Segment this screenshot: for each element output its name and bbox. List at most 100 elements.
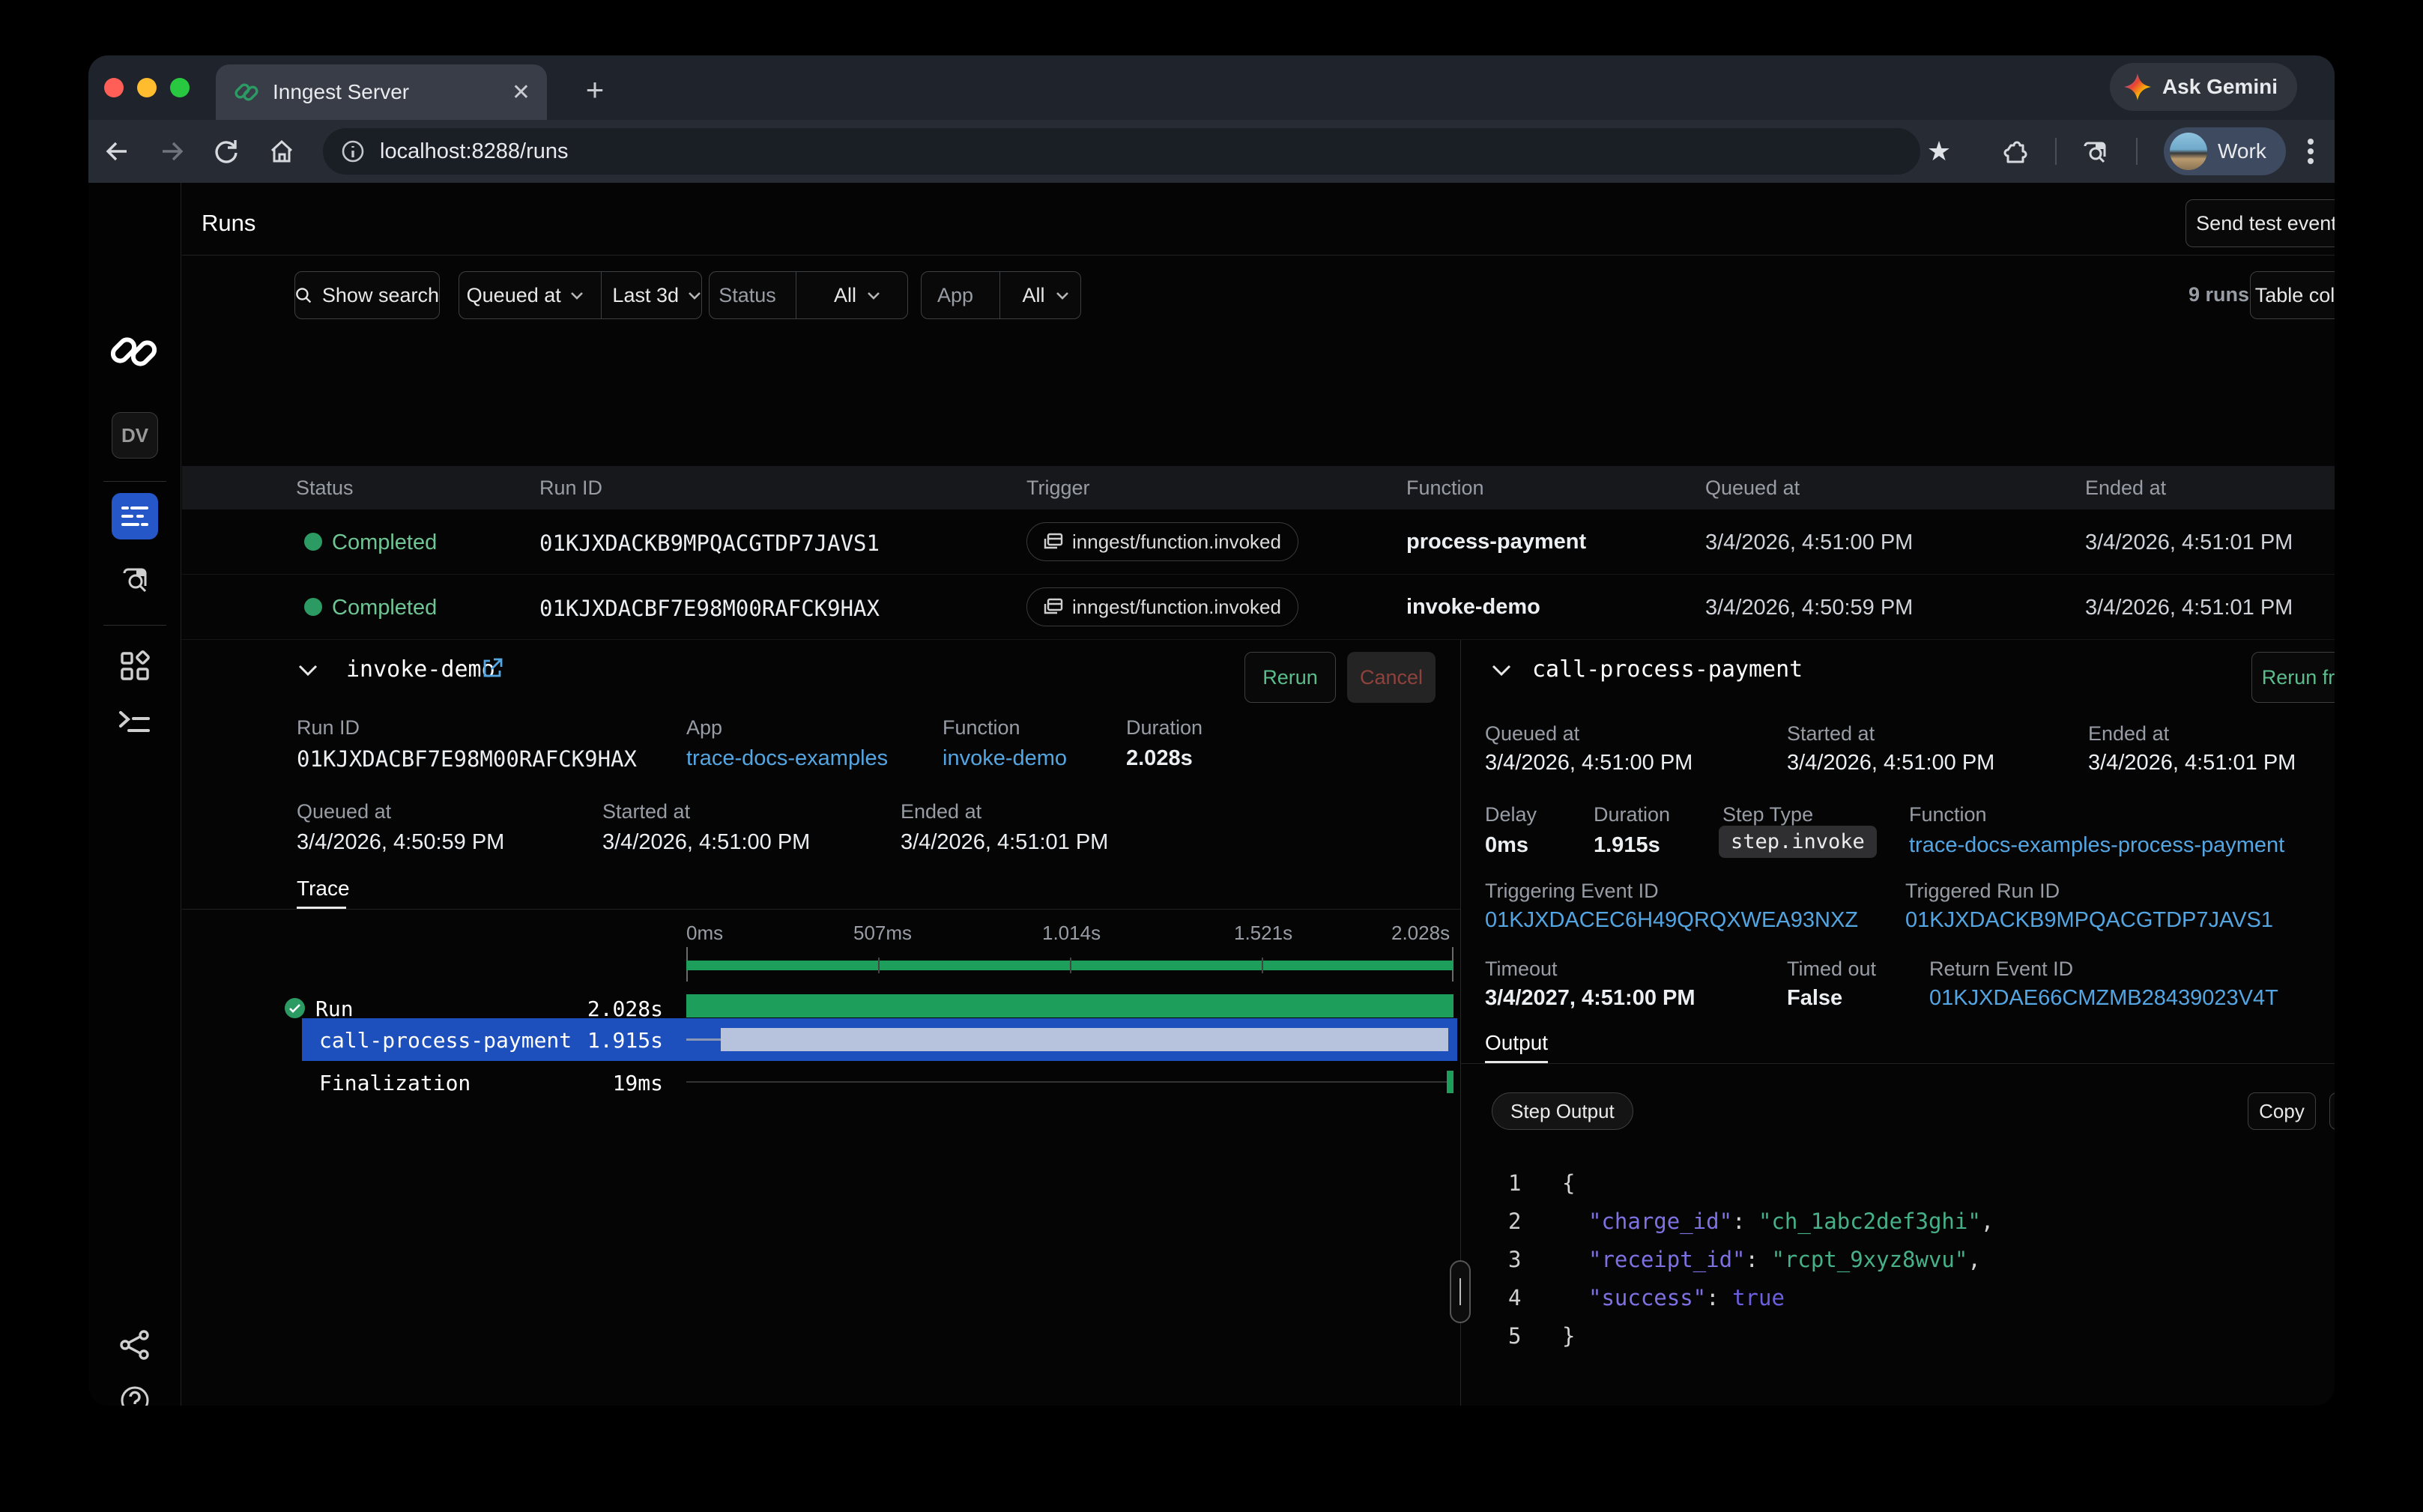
tab-output[interactable]: Output [1485, 1031, 1548, 1055]
app-value-select[interactable]: All [1011, 284, 1080, 307]
inngest-app: DV [88, 183, 2335, 1406]
trigger-badge[interactable]: inngest/function.invoked [1026, 522, 1298, 561]
reload-icon[interactable] [208, 133, 244, 169]
event-icon [1044, 533, 1063, 551]
collapse-chevron-icon[interactable] [298, 665, 318, 677]
word-wrap-button[interactable] [2329, 1092, 2335, 1130]
copy-button[interactable]: Copy [2248, 1092, 2316, 1130]
ask-gemini-button[interactable]: Ask Gemini [2110, 63, 2297, 111]
chevron-down-icon [867, 291, 880, 300]
main-area: Runs Send test event ⚙ Show search Queue… [182, 183, 2335, 1406]
extensions-icon[interactable] [1997, 133, 2033, 169]
avatar [2170, 133, 2207, 170]
step-output-toggle[interactable]: Step Output [1492, 1092, 1633, 1130]
return-event-link[interactable]: 01KJXDAE66CMZMB28439023V4T [1929, 986, 2278, 1011]
step-function-link[interactable]: trace-docs-examples-process-payment [1909, 833, 2284, 858]
maximize-button[interactable] [170, 78, 190, 97]
queued-at-field-select[interactable]: Queued at [459, 284, 590, 307]
tab-trace[interactable]: Trace [297, 877, 350, 901]
step-output-code[interactable]: 1{ 2"charge_id": "ch_1abc2def3ghi", 3"re… [1508, 1164, 1994, 1355]
address-bar[interactable]: localhost:8288/runs [323, 128, 1920, 175]
trace-row-finalization[interactable]: Finalization 19ms [182, 1061, 1460, 1104]
toolbar-divider-2 [2136, 138, 2138, 165]
profile-button[interactable]: Work [2164, 127, 2286, 175]
search-icon [295, 285, 312, 306]
status-dot [304, 598, 322, 616]
site-info-icon[interactable] [339, 138, 366, 165]
browser-menu-icon[interactable] [2293, 133, 2329, 169]
run-detail-panel: invoke-demo Rerun Cancel Run ID 01KJXDAC… [182, 640, 1460, 1406]
queued-at-filter[interactable]: Queued at Last 3d [459, 271, 702, 319]
finalization-span-bar[interactable] [1447, 1071, 1454, 1093]
sidebar-item-runs[interactable] [112, 493, 158, 539]
sidebar-item-share[interactable] [112, 1322, 158, 1368]
step-type-chip: step.invoke [1719, 826, 1877, 858]
status-value-select[interactable]: All [807, 284, 907, 307]
step-title: call-process-payment [1532, 656, 1803, 683]
run-title: invoke-demo [346, 656, 495, 683]
minimize-button[interactable] [137, 78, 157, 97]
page-title: Runs [202, 210, 255, 237]
terminal-icon [118, 708, 151, 735]
table-row[interactable]: Completed 01KJXDACBF7E98M00RAFCK9HAX inn… [182, 575, 2335, 640]
sidebar-divider-2 [103, 625, 166, 626]
url-text: localhost:8288/runs [380, 139, 569, 164]
trace-row-call-process-payment[interactable]: call-process-payment 1.915s [302, 1018, 1457, 1061]
back-icon[interactable] [99, 133, 135, 169]
tab-title: Inngest Server [273, 80, 409, 104]
collapse-chevron-icon[interactable] [1492, 665, 1511, 677]
home-icon[interactable] [264, 133, 300, 169]
sidebar: DV [88, 183, 181, 1406]
browser-tab[interactable]: Inngest Server ✕ [216, 64, 547, 120]
gemini-icon [2123, 73, 2152, 101]
share-icon [119, 1329, 151, 1361]
triggered-run-link[interactable]: 01KJXDACKB9MPQACGTDP7JAVS1 [1905, 908, 2273, 933]
bookmark-star-icon[interactable]: ★ [1921, 133, 1957, 169]
tab-search-icon[interactable] [2077, 133, 2113, 169]
chevron-down-icon [570, 291, 584, 300]
send-test-event-button[interactable]: Send test event [2185, 199, 2335, 247]
status-dot [304, 533, 322, 551]
forward-icon[interactable] [154, 133, 190, 169]
run-span-bar[interactable] [686, 994, 1454, 1017]
runs-list-icon [121, 505, 148, 527]
tab-close-icon[interactable]: ✕ [512, 79, 530, 106]
help-icon [119, 1385, 151, 1406]
sidebar-item-help[interactable] [112, 1377, 158, 1406]
status-filter[interactable]: Status All [709, 271, 908, 319]
chevron-down-icon [688, 291, 701, 300]
step-span-bar[interactable] [721, 1028, 1448, 1051]
table-row[interactable]: Completed 01KJXDACKB9MPQACGTDP7JAVS1 inn… [182, 509, 2335, 575]
rerun-button[interactable]: Rerun [1244, 652, 1336, 703]
table-header: Status Run ID Trigger Function Queued at… [182, 466, 2335, 509]
sidebar-item-search[interactable] [112, 556, 158, 602]
cancel-button[interactable]: Cancel [1347, 652, 1436, 703]
workspace-badge[interactable]: DV [112, 412, 158, 459]
rerun-from-step-button[interactable]: Rerun from step [2251, 652, 2335, 703]
browser-window: Inngest Server ✕ + Ask Gemini [88, 55, 2335, 1406]
run-id-value: 01KJXDACBF7E98M00RAFCK9HAX [297, 746, 637, 772]
external-link-icon[interactable] [480, 656, 504, 680]
app-link[interactable]: trace-docs-examples [686, 746, 888, 771]
sidebar-divider-1 [103, 481, 166, 482]
app-filter[interactable]: App All [921, 271, 1081, 319]
event-icon [1044, 598, 1063, 616]
tab-strip: Inngest Server ✕ + Ask Gemini [88, 55, 2335, 120]
new-tab-button[interactable]: + [574, 69, 616, 111]
function-link[interactable]: invoke-demo [943, 746, 1067, 771]
sidebar-item-apps[interactable] [112, 643, 158, 689]
trigger-badge[interactable]: inngest/function.invoked [1026, 587, 1298, 626]
runs-count: 9 runs [2188, 283, 2249, 306]
close-button[interactable] [104, 78, 124, 97]
inngest-logo [109, 331, 160, 370]
show-search-button[interactable]: Show search [294, 271, 440, 319]
doc-search-icon [118, 563, 151, 596]
check-circle-icon [285, 998, 305, 1018]
table-columns-button[interactable]: Table columns [2250, 271, 2335, 319]
triggering-event-link[interactable]: 01KJXDACEC6H49QRQXWEA93NXZ [1485, 908, 1858, 933]
step-detail-panel: call-process-payment Rerun from step Que… [1461, 640, 2335, 1406]
chevron-down-icon [1056, 291, 1069, 300]
sidebar-item-terminal[interactable] [112, 698, 158, 745]
inngest-favicon [234, 79, 259, 105]
time-range-select[interactable]: Last 3d [612, 284, 701, 307]
